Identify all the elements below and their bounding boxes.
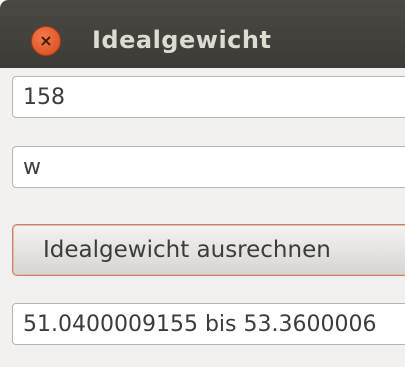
height-input[interactable]: 158 xyxy=(12,76,405,118)
close-button[interactable]: × xyxy=(31,26,61,56)
gender-input[interactable]: w xyxy=(12,146,405,188)
app-window: × Idealgewicht 158 w Idealgewicht ausrec… xyxy=(0,0,405,367)
titlebar: × Idealgewicht xyxy=(0,0,405,68)
window-title: Idealgewicht xyxy=(92,26,272,54)
calculate-button-label: Idealgewicht ausrechnen xyxy=(43,237,331,263)
close-icon: × xyxy=(39,31,53,50)
calculate-button[interactable]: Idealgewicht ausrechnen xyxy=(12,224,405,276)
result-field[interactable]: 51.0400009155 bis 53.3600006 xyxy=(12,303,405,345)
